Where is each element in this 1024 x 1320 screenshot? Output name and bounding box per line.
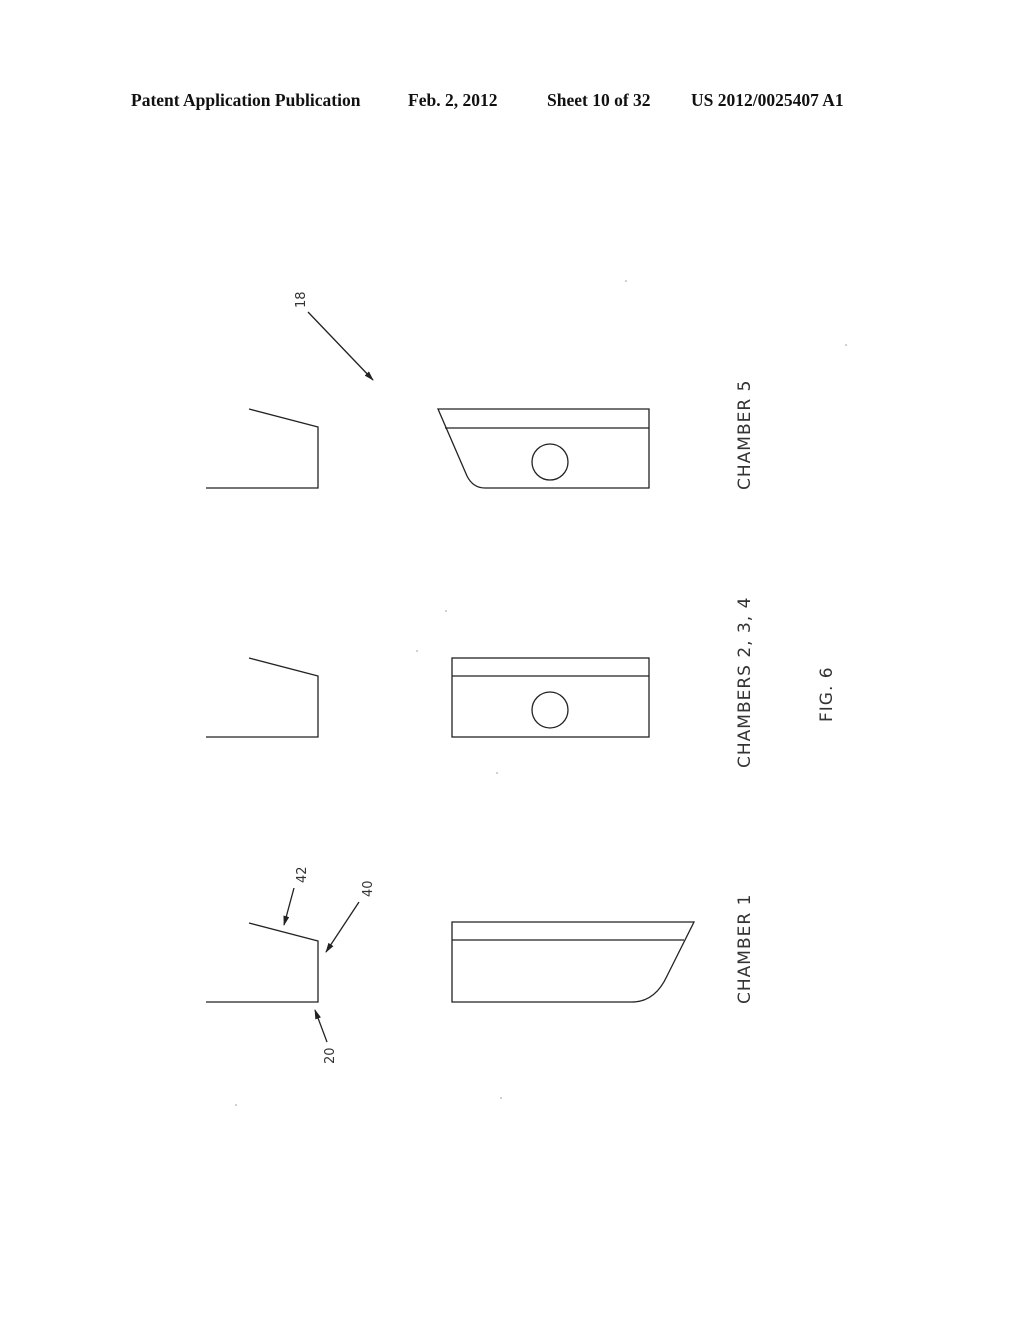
reference-arrow-42 [283,887,295,926]
chambers-2-3-4-body-outline [451,657,650,738]
chamber-1-group: 42 40 20 CHAMBER 1 [206,866,755,1064]
chambers-2-3-4-caption: CHAMBERS 2, 3, 4 [735,597,755,768]
patent-drawing: 18 CHAMBER 5 CHAMBERS 2, 3, 4 42 40 20 C… [206,280,847,1106]
chambers-2-3-4-group: CHAMBERS 2, 3, 4 [206,597,755,768]
reference-arrow-18 [307,311,374,381]
reference-numeral-20: 20 [323,1047,338,1064]
reference-arrow-20 [314,1009,328,1043]
chamber-5-group: 18 CHAMBER 5 [206,291,755,490]
chamber-1-side-profile [206,922,319,1003]
chambers-2-3-4-hole [531,691,569,729]
reference-arrow-40 [325,901,360,953]
reference-numeral-18: 18 [294,291,309,308]
reference-numeral-40: 40 [361,880,376,897]
figure-label: FIG. 6 [817,666,837,722]
scan-specks [235,280,847,1106]
chambers-2-3-4-side-profile [206,657,319,738]
chamber-5-caption: CHAMBER 5 [735,380,755,490]
chamber-1-caption: CHAMBER 1 [735,894,755,1004]
chamber-5-body-outline [437,408,650,489]
reference-numeral-42: 42 [295,866,310,883]
chamber-5-side-profile [206,408,319,489]
chamber-1-body-outline [451,921,696,1003]
chamber-5-hole [531,443,569,481]
